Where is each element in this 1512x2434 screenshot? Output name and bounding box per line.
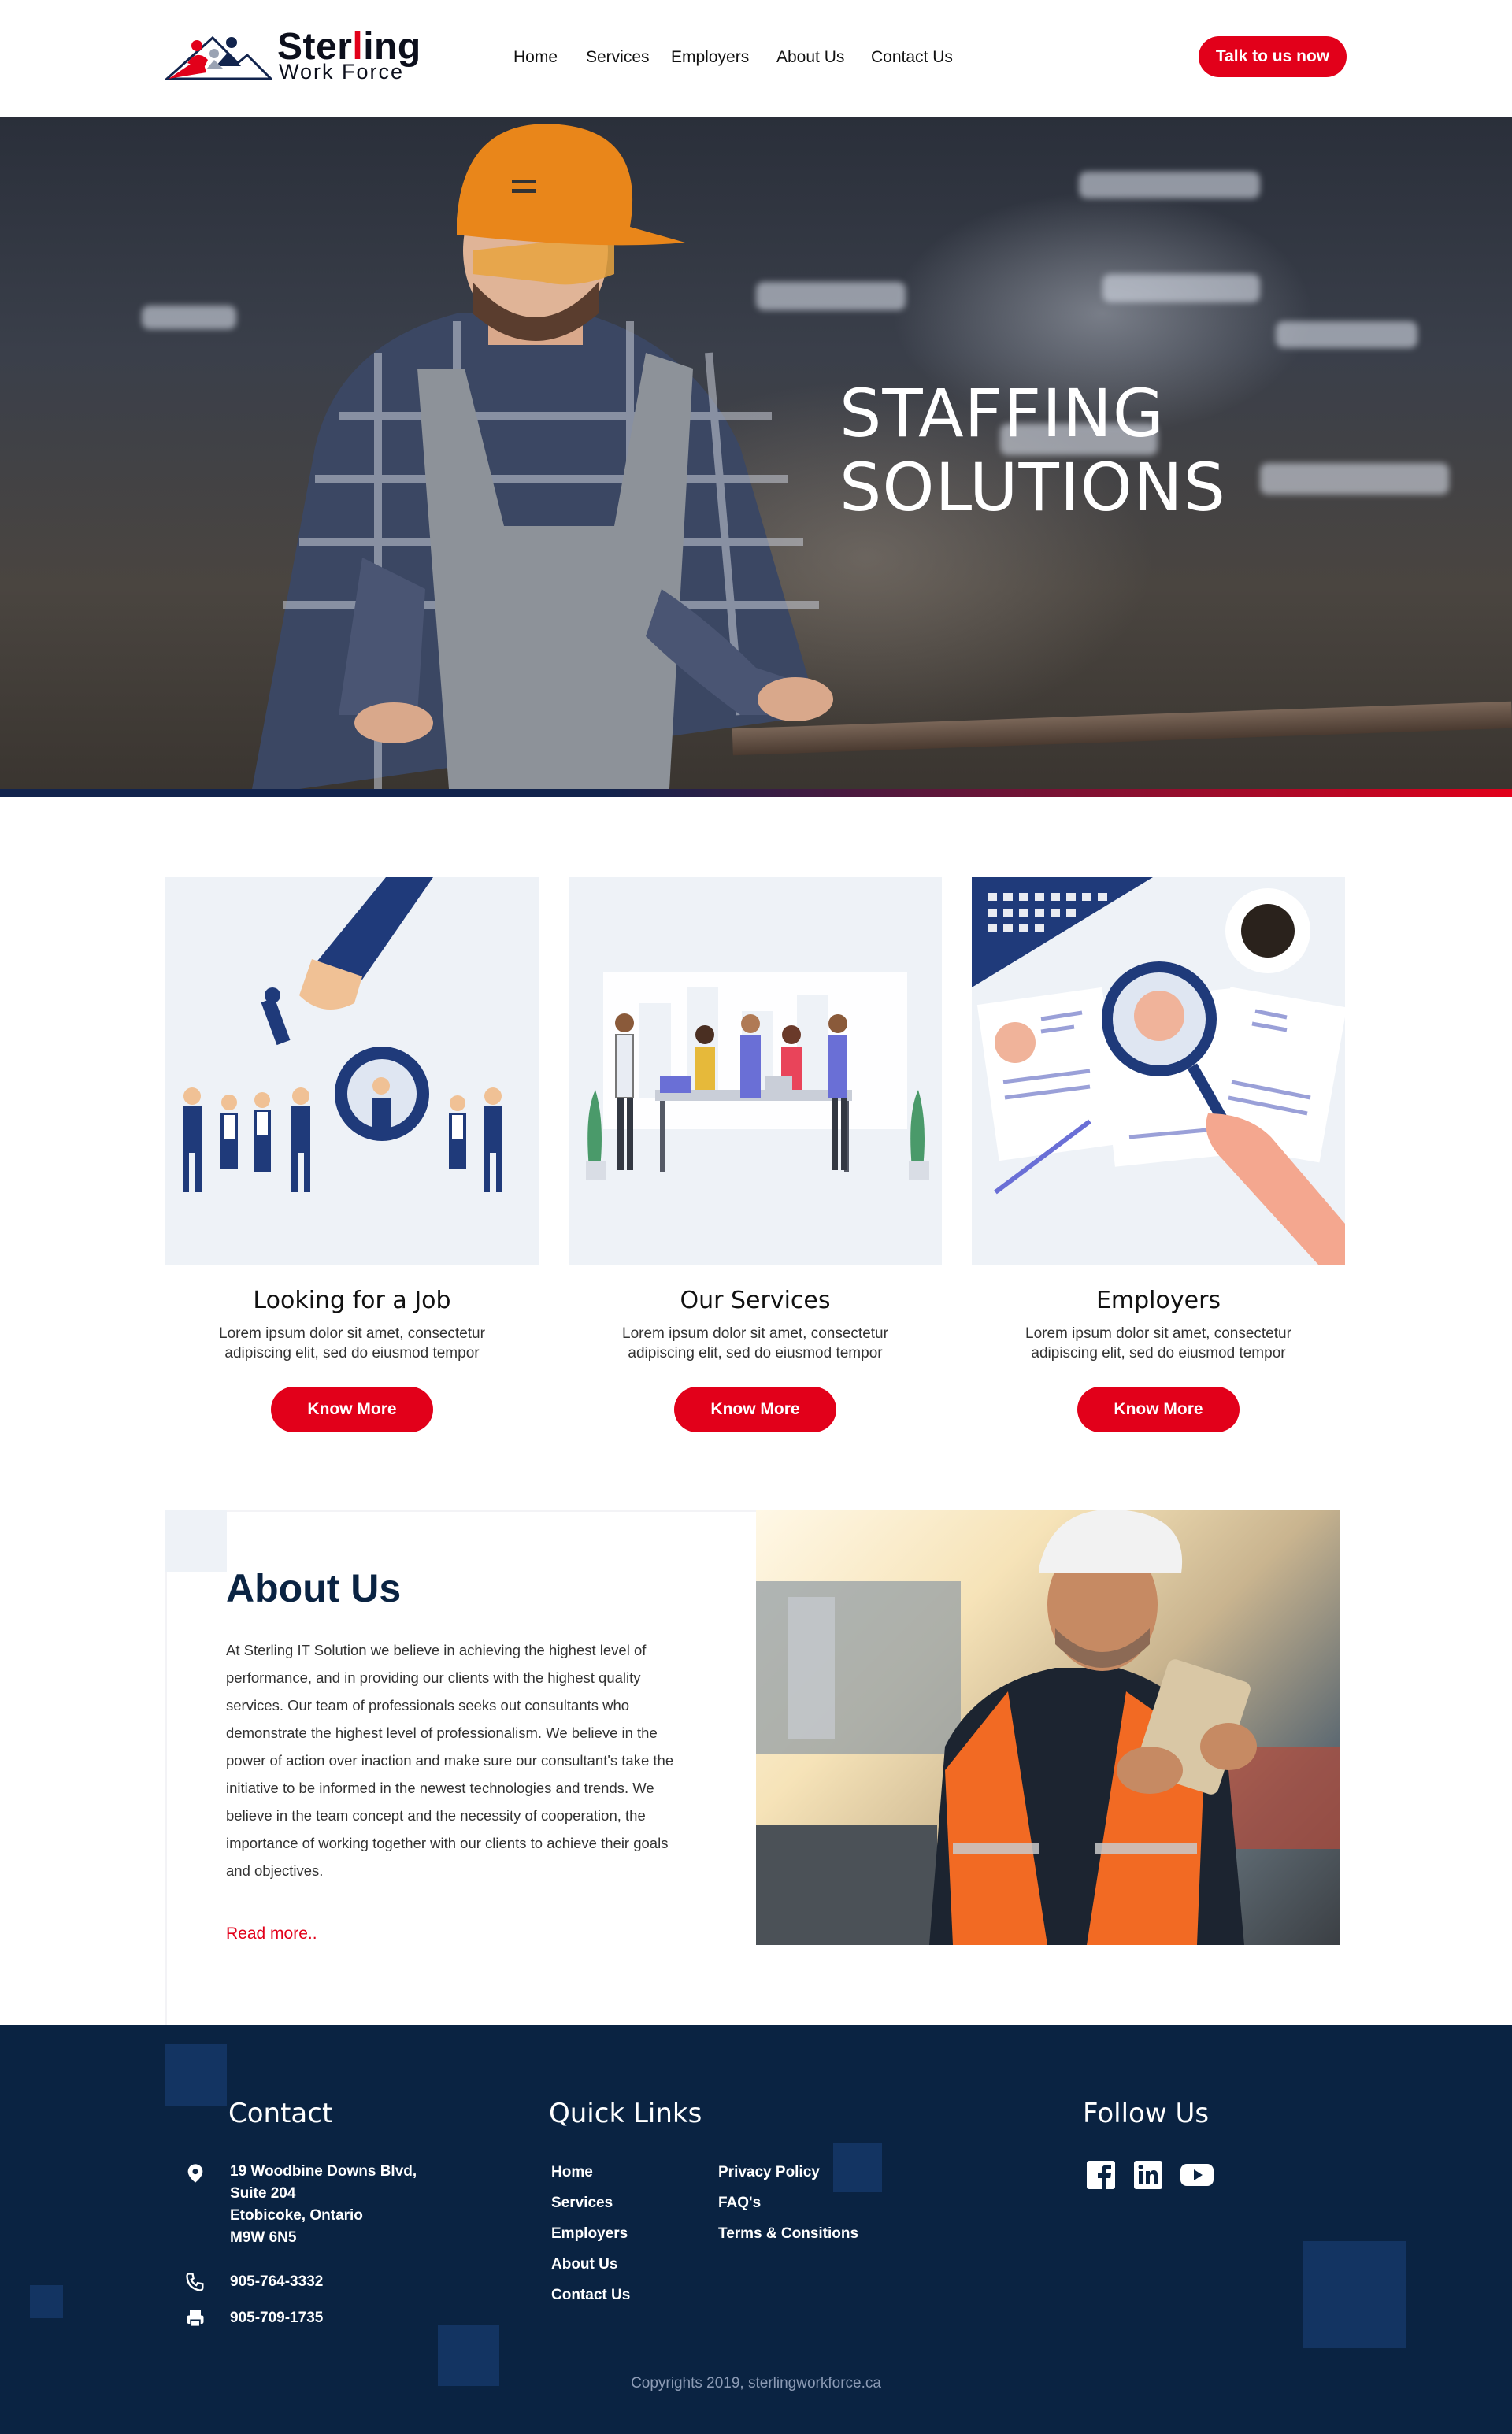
- hero-light: [1260, 463, 1449, 495]
- card-description-line: adipiscing elit, sed do eiusmod tempor: [1031, 1345, 1286, 1361]
- footer-link-about-us[interactable]: About Us: [551, 2256, 617, 2273]
- linkedin-icon[interactable]: [1131, 2159, 1166, 2191]
- card-description: Lorem ipsum dolor sit amet, consectetur …: [165, 1324, 539, 1363]
- card-description: Lorem ipsum dolor sit amet, consectetur …: [972, 1324, 1345, 1363]
- address-line: M9W 6N5: [230, 2229, 297, 2246]
- footer-decor-square: [165, 2044, 227, 2106]
- footer-decor-square: [833, 2143, 882, 2192]
- logo-tagline: Work Force: [279, 60, 405, 83]
- footer-link-privacy-policy[interactable]: Privacy Policy: [718, 2164, 820, 2181]
- footer-link-employers[interactable]: Employers: [551, 2225, 628, 2243]
- card-title: Employers: [1095, 1287, 1221, 1314]
- card-title: Our Services: [680, 1287, 831, 1314]
- site-logo[interactable]: Sterling Work Force: [165, 28, 433, 87]
- hero-title-line-2: SOLUTIONS: [839, 449, 1226, 526]
- youtube-icon[interactable]: [1180, 2159, 1214, 2191]
- footer-decor-square: [30, 2285, 63, 2318]
- card-description: Lorem ipsum dolor sit amet, consectetur …: [569, 1324, 942, 1363]
- about-decor-square: [165, 1510, 227, 1572]
- address-line: Etobicoke, Ontario: [230, 2207, 363, 2224]
- know-more-button[interactable]: Know More: [271, 1387, 433, 1432]
- follow-us-heading: Follow Us: [1083, 2098, 1210, 2129]
- location-pin-icon: [187, 2164, 203, 2183]
- nav-about-us[interactable]: About Us: [776, 46, 844, 69]
- footer-link-contact-us[interactable]: Contact Us: [551, 2287, 630, 2304]
- nav-services[interactable]: Services: [586, 46, 650, 69]
- contact-address: 19 Woodbine Downs Blvd, Suite 204 Etobic…: [230, 2161, 417, 2249]
- footer-link-faqs[interactable]: FAQ's: [718, 2195, 761, 2212]
- card-our-services: Our Services Lorem ipsum dolor sit amet,…: [569, 877, 942, 1432]
- hero-worker-image: [252, 124, 833, 789]
- worker-with-tablet-image: [756, 1510, 1340, 1945]
- address-line: 19 Woodbine Downs Blvd,: [230, 2163, 417, 2180]
- know-more-button[interactable]: Know More: [674, 1387, 836, 1432]
- job-search-illustration: [165, 877, 539, 1265]
- read-more-link[interactable]: Read more..: [226, 1925, 317, 1943]
- card-looking-for-job: Looking for a Job Lorem ipsum dolor sit …: [165, 877, 539, 1432]
- card-description-line: adipiscing elit, sed do eiusmod tempor: [224, 1345, 480, 1361]
- contact-fax: 905-709-1735: [230, 2310, 324, 2326]
- hero-banner: STAFFING SOLUTIONS: [0, 117, 1512, 789]
- card-description-line: Lorem ipsum dolor sit amet, consectetur: [622, 1325, 888, 1342]
- footer-decor-square: [1303, 2241, 1406, 2348]
- contact-heading: Contact: [228, 2098, 333, 2129]
- hero-title-line-1: STAFFING: [839, 375, 1165, 452]
- hero-title: STAFFING SOLUTIONS: [839, 376, 1226, 524]
- about-decor-line: [227, 1510, 756, 1512]
- nav-home[interactable]: Home: [513, 46, 558, 69]
- talk-to-us-button[interactable]: Talk to us now: [1199, 36, 1347, 77]
- footer-link-home[interactable]: Home: [551, 2164, 593, 2181]
- know-more-button[interactable]: Know More: [1077, 1387, 1240, 1432]
- fax-icon: [187, 2310, 204, 2328]
- contact-phone[interactable]: 905-764-3332: [230, 2271, 323, 2293]
- magnifier-people-icon: [183, 877, 502, 1192]
- footer-link-terms[interactable]: Terms & Consitions: [718, 2225, 858, 2243]
- hero-accent-bar: [0, 789, 1512, 797]
- card-description-line: adipiscing elit, sed do eiusmod tempor: [628, 1345, 883, 1361]
- hero-light: [1079, 172, 1260, 198]
- about-title: About Us: [226, 1566, 402, 1610]
- team-table-icon: [586, 972, 929, 1180]
- nav-contact-us[interactable]: Contact Us: [871, 46, 953, 69]
- address-line: Suite 204: [230, 2185, 296, 2202]
- card-title: Looking for a Job: [253, 1287, 451, 1314]
- hero-light: [1276, 321, 1418, 348]
- card-description-line: Lorem ipsum dolor sit amet, consectetur: [219, 1325, 485, 1342]
- quick-links-heading: Quick Links: [549, 2098, 702, 2129]
- about-decor-line: [165, 1572, 167, 2025]
- site-footer: Contact 19 Woodbine Downs Blvd, Suite 20…: [0, 2025, 1512, 2434]
- facebook-icon[interactable]: [1084, 2159, 1118, 2191]
- about-worker-photo: [756, 1510, 1340, 1945]
- site-header: Sterling Work Force Home Services Employ…: [0, 0, 1512, 117]
- resume-magnifier-icon: [972, 877, 1345, 1265]
- nav-employers[interactable]: Employers: [671, 46, 749, 69]
- logo-mark-icon: [165, 35, 272, 80]
- resume-review-illustration: [972, 877, 1345, 1265]
- copyright-text: Copyrights 2019, sterlingworkforce.ca: [631, 2375, 881, 2391]
- card-employers: Employers Lorem ipsum dolor sit amet, co…: [972, 877, 1345, 1432]
- card-description-line: Lorem ipsum dolor sit amet, consectetur: [1025, 1325, 1292, 1342]
- hero-light: [1102, 274, 1260, 302]
- phone-icon: [186, 2273, 204, 2291]
- about-body-text: At Sterling IT Solution we believe in ac…: [226, 1642, 674, 1879]
- footer-link-services[interactable]: Services: [551, 2195, 613, 2212]
- team-meeting-illustration: [569, 877, 942, 1265]
